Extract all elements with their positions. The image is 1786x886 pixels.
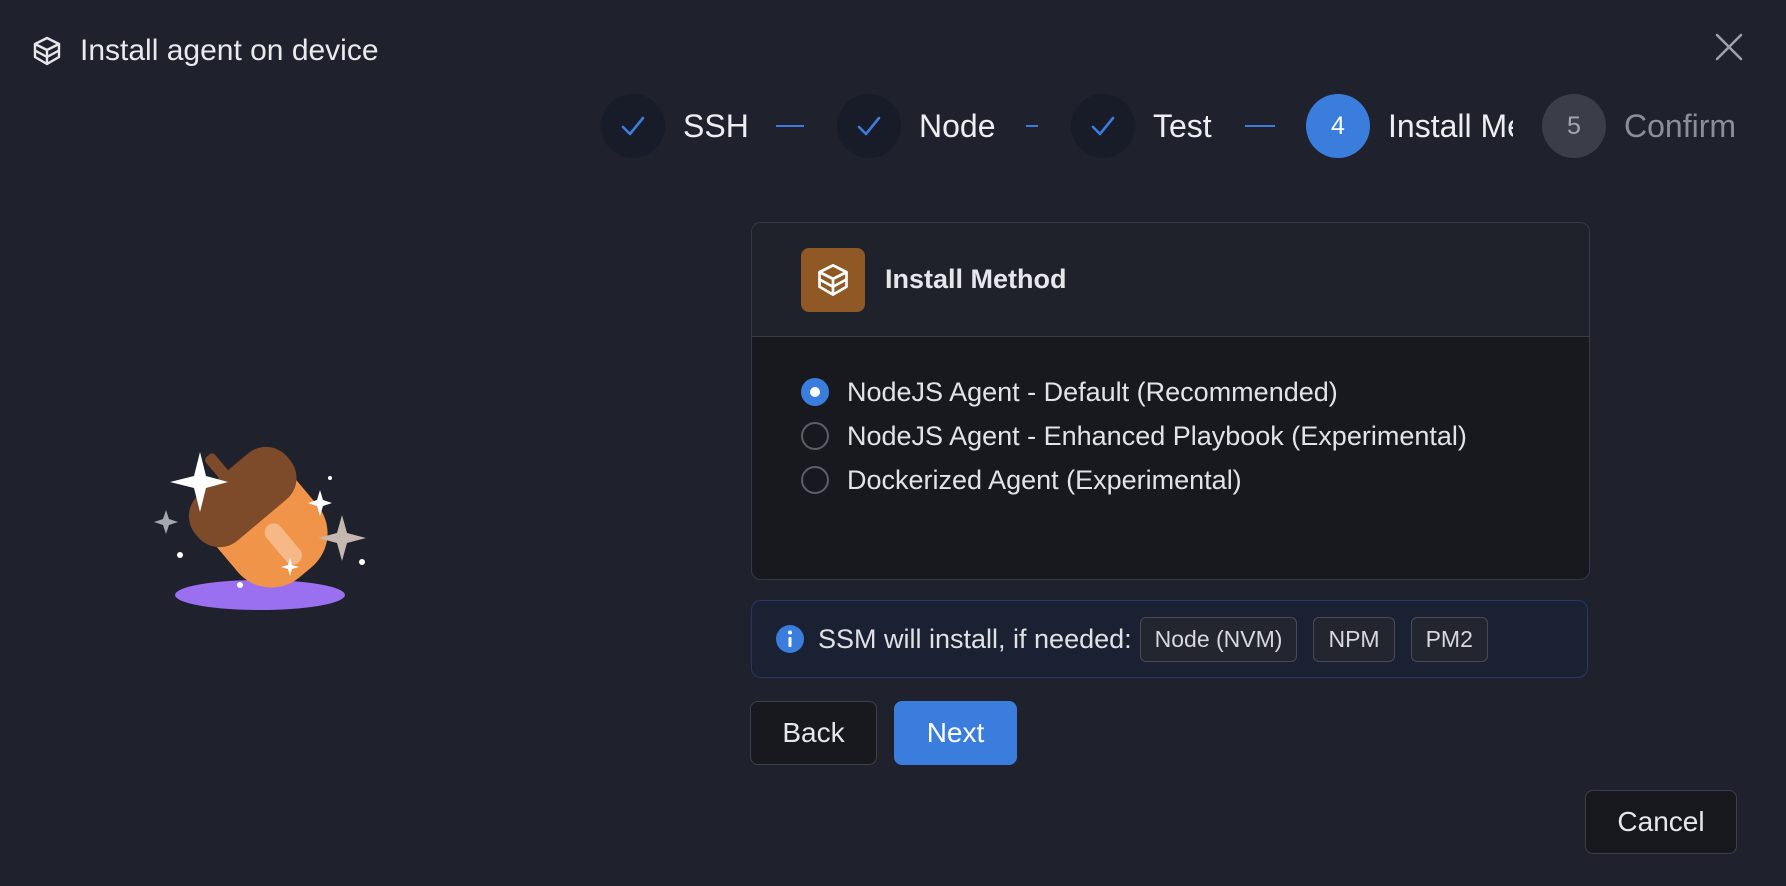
dialog-title: Install agent on device	[80, 34, 379, 67]
option-label: Dockerized Agent (Experimental)	[847, 464, 1242, 495]
info-text: SSM will install, if needed:	[818, 623, 1132, 654]
back-button[interactable]: Back	[750, 701, 877, 765]
step-node-label: Node	[919, 107, 996, 144]
radio-button[interactable]	[801, 466, 829, 494]
step-install-method-number: 4	[1306, 94, 1370, 158]
option-nodejs-default[interactable]: NodeJS Agent - Default (Recommended)	[801, 370, 1589, 414]
radio-button[interactable]	[801, 422, 829, 450]
stepper: SSH Node Test 4 Install Method 5 Confirm	[0, 94, 1786, 158]
step-install-method[interactable]: 4 Install Method	[1306, 94, 1513, 158]
info-icon	[776, 625, 804, 653]
step-ssh[interactable]: SSH	[601, 94, 749, 158]
install-method-card: Install Method NodeJS Agent - Default (R…	[751, 222, 1590, 580]
close-icon[interactable]	[1712, 30, 1746, 64]
next-button[interactable]: Next	[894, 701, 1017, 765]
option-dockerized-agent[interactable]: Dockerized Agent (Experimental)	[801, 458, 1589, 502]
cancel-button[interactable]: Cancel	[1585, 790, 1737, 854]
option-label: NodeJS Agent - Enhanced Playbook (Experi…	[847, 420, 1467, 451]
option-label: NodeJS Agent - Default (Recommended)	[847, 376, 1338, 407]
step-node-marker	[837, 94, 901, 158]
radio-button[interactable]	[801, 378, 829, 406]
step-ssh-marker	[601, 94, 665, 158]
option-nodejs-enhanced-playbook[interactable]: NodeJS Agent - Enhanced Playbook (Experi…	[801, 414, 1589, 458]
step-install-method-label: Install Method	[1388, 107, 1513, 144]
install-info-banner: SSM will install, if needed: Node (NVM) …	[751, 600, 1588, 678]
package-icon	[818, 263, 848, 296]
step-node[interactable]: Node	[837, 94, 996, 158]
step-connector	[1245, 125, 1275, 127]
package-icon	[33, 36, 61, 66]
check-icon	[857, 116, 881, 136]
install-method-options: NodeJS Agent - Default (Recommended) Nod…	[752, 337, 1589, 502]
step-ssh-label: SSH	[683, 107, 749, 144]
step-connector	[776, 125, 804, 127]
step-connector	[1026, 125, 1038, 127]
step-test[interactable]: Test	[1071, 94, 1212, 158]
acorn-sparkle-illustration	[154, 446, 366, 610]
chip-npm: NPM	[1313, 616, 1395, 662]
step-confirm[interactable]: 5 Confirm	[1542, 94, 1736, 158]
chip-node-nvm: Node (NVM)	[1139, 616, 1298, 662]
check-icon	[621, 116, 645, 136]
chip-pm2: PM2	[1410, 616, 1488, 662]
install-method-icon-badge	[801, 247, 865, 312]
step-test-label: Test	[1153, 107, 1212, 144]
install-method-header: Install Method	[752, 223, 1589, 337]
step-confirm-number: 5	[1542, 94, 1606, 158]
check-icon	[1091, 116, 1115, 136]
step-test-marker	[1071, 94, 1135, 158]
install-method-title: Install Method	[885, 264, 1067, 294]
dialog-header: Install agent on device	[32, 34, 379, 68]
step-confirm-label: Confirm	[1624, 107, 1737, 144]
